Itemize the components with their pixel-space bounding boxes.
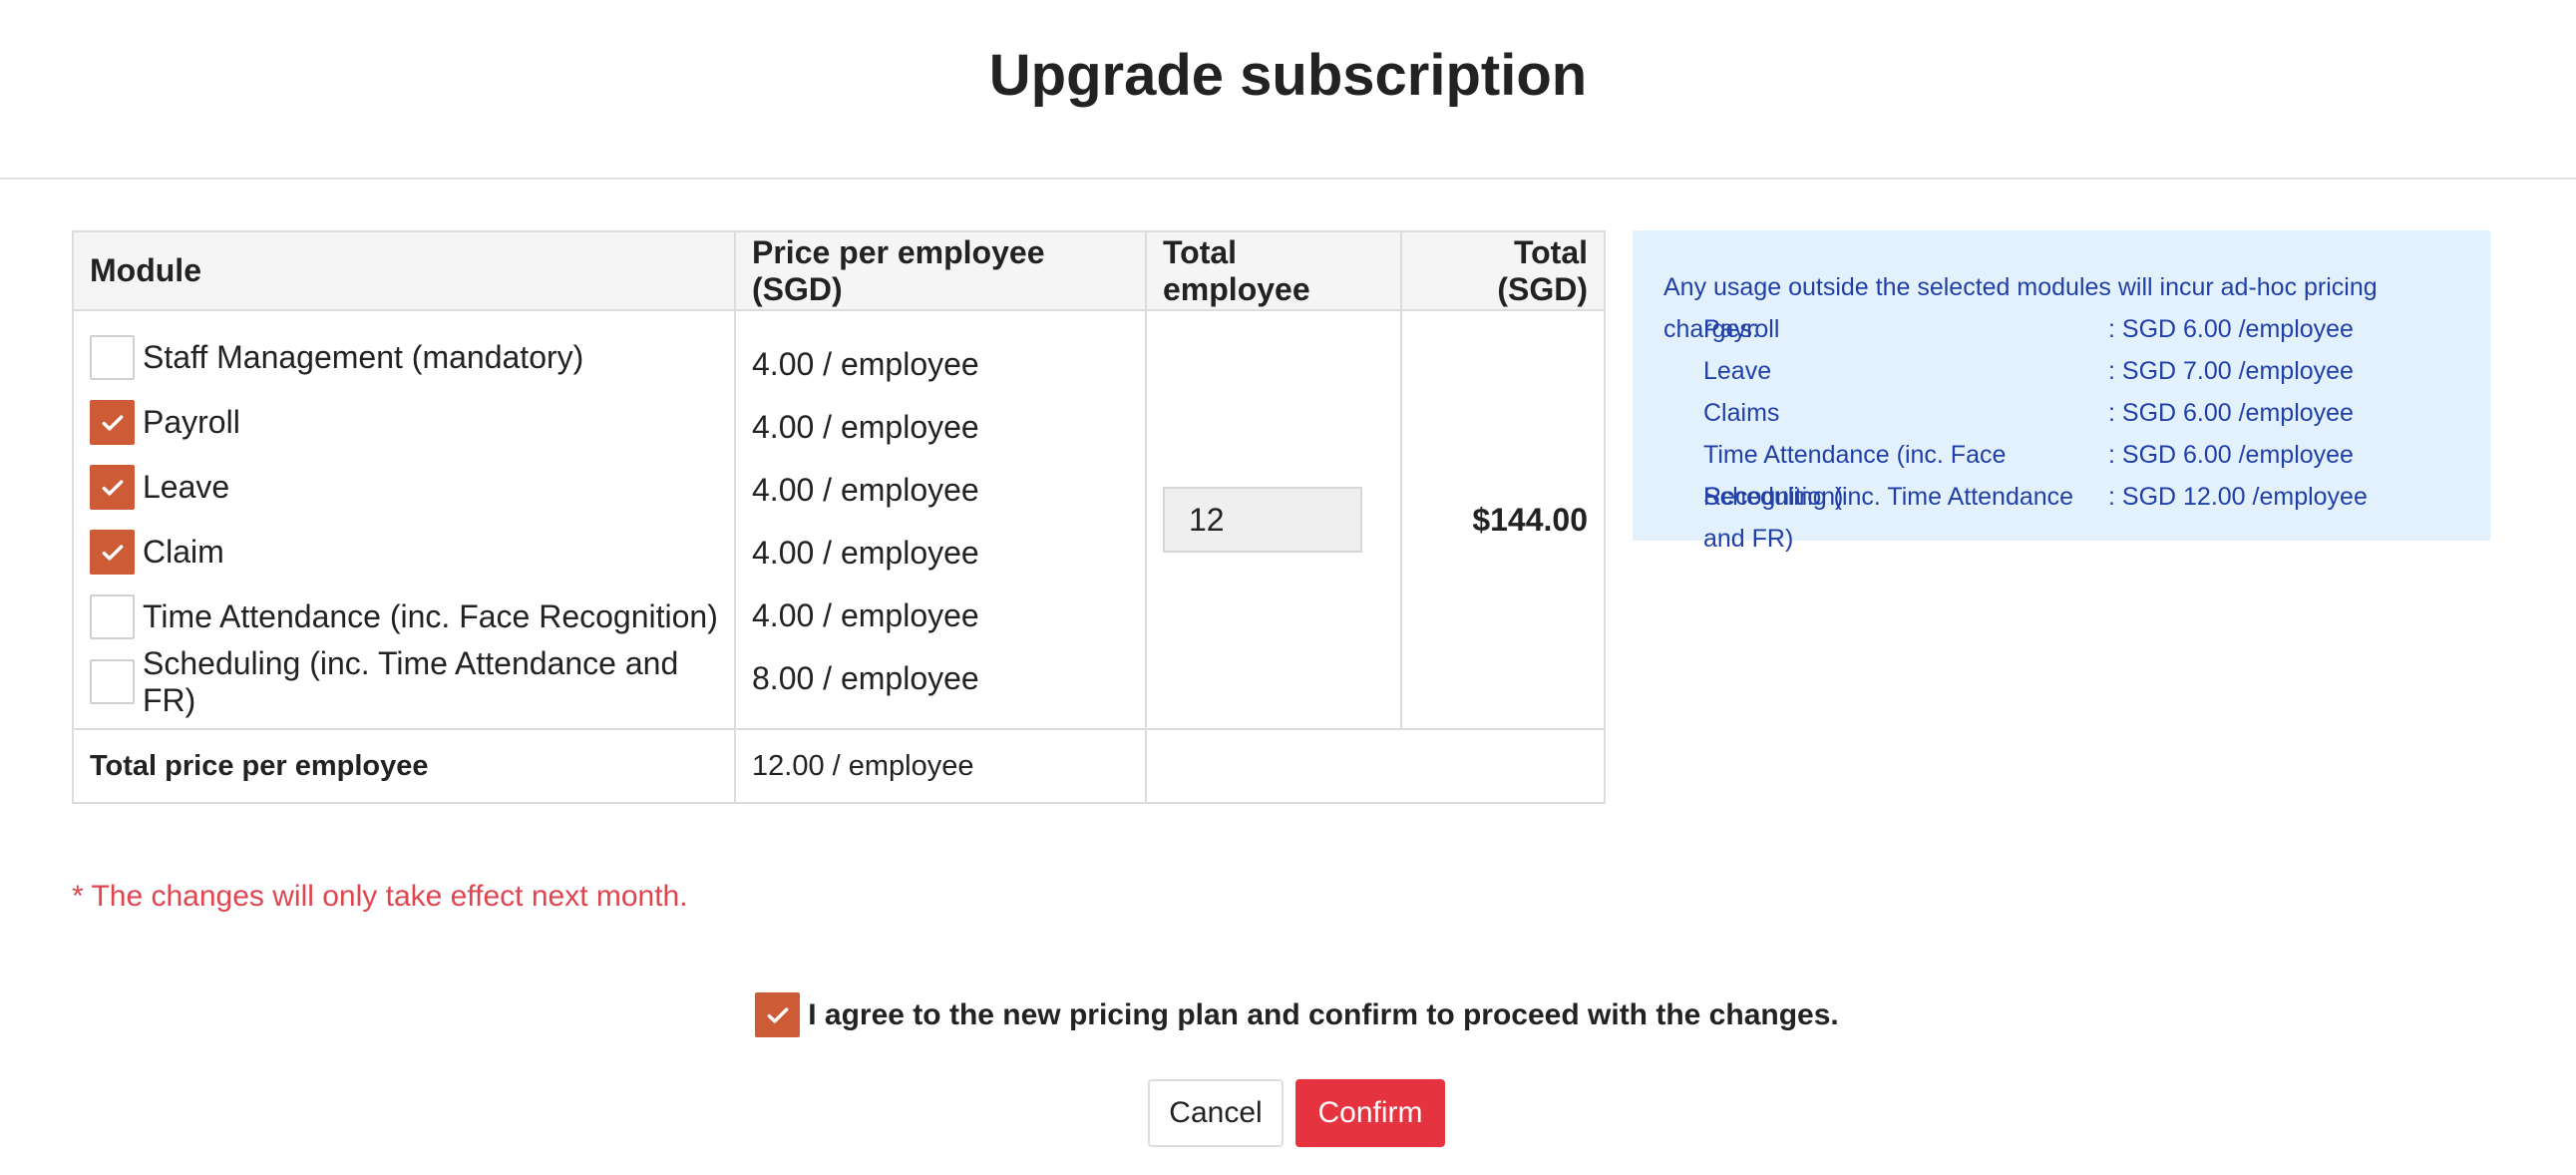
module-label: Time Attendance (inc. Face Recognition)	[143, 598, 718, 634]
module-label: Claim	[143, 534, 224, 570]
module-label: Staff Management (mandatory)	[143, 339, 584, 375]
cancel-button[interactable]: Cancel	[1148, 1079, 1284, 1147]
rate-name: Time Attendance (inc. Face Recognition)	[1703, 441, 2007, 511]
module-payroll[interactable]: Payroll	[90, 390, 718, 455]
total-amount: $144.00	[1400, 309, 1606, 730]
info-rate-row: Leave : SGD 7.00 /employee	[1663, 350, 2460, 392]
claim-checkbox[interactable]	[90, 530, 135, 575]
module-label: Leave	[143, 469, 230, 505]
price-claim: 4.00 / employee	[752, 535, 979, 571]
payroll-checkbox[interactable]	[90, 400, 135, 445]
rate-value: : SGD 6.00 /employee	[2108, 399, 2354, 427]
module-scheduling[interactable]: Scheduling (inc. Time Attendance and FR)	[90, 645, 718, 718]
header-employees: Total employee	[1145, 230, 1402, 311]
rate-value: : SGD 12.00 /employee	[2108, 483, 2368, 511]
confirm-button[interactable]: Confirm	[1295, 1079, 1445, 1147]
employee-count-input[interactable]	[1163, 487, 1362, 553]
rate-value: : SGD 7.00 /employee	[2108, 357, 2354, 385]
module-label: Scheduling (inc. Time Attendance and FR)	[143, 644, 679, 718]
checkmark-icon	[102, 544, 123, 561]
rate-name: Scheduling (inc. Time Attendance and FR)	[1703, 483, 2074, 553]
table-header-row: Module Price per employee (SGD) Total em…	[72, 230, 1606, 311]
header-total: Total (SGD)	[1400, 230, 1606, 311]
table-row: Staff Management (mandatory) Payroll Lea…	[72, 309, 1606, 730]
module-claim[interactable]: Claim	[90, 520, 718, 585]
module-leave[interactable]: Leave	[90, 455, 718, 520]
rate-name: Payroll	[1703, 315, 1780, 343]
employee-count-cell	[1145, 309, 1402, 730]
price-leave: 4.00 / employee	[752, 472, 979, 508]
scheduling-checkbox[interactable]	[90, 659, 135, 704]
module-label: Payroll	[143, 404, 240, 440]
prices-cell: 4.00 / employee 4.00 / employee 4.00 / e…	[734, 309, 1147, 730]
price-time-attendance: 4.00 / employee	[752, 597, 979, 633]
info-rate-row: Scheduling (inc. Time Attendance and FR)…	[1663, 476, 2460, 553]
price-scheduling: 8.00 / employee	[752, 660, 979, 696]
page-title: Upgrade subscription	[988, 43, 1588, 108]
module-time-attendance[interactable]: Time Attendance (inc. Face Recognition)	[90, 585, 718, 649]
info-rate-row: Payroll : SGD 6.00 /employee	[1663, 308, 2460, 350]
effective-date-note: * The changes will only take effect next…	[72, 880, 688, 913]
info-rate-row: Time Attendance (inc. Face Recognition) …	[1663, 434, 2460, 511]
price-staff-management: 4.00 / employee	[752, 346, 979, 382]
action-buttons: Cancel Confirm	[1148, 1079, 1445, 1147]
modal-header: Upgrade subscription	[0, 0, 2576, 180]
total-price-value: 12.00 / employee	[734, 728, 1147, 804]
pricing-table-container: Module Price per employee (SGD) Total em…	[72, 230, 1606, 804]
header-price: Price per employee (SGD)	[734, 230, 1147, 311]
staff-management-checkbox[interactable]	[90, 335, 135, 380]
agreement-checkbox[interactable]	[755, 992, 801, 1037]
checkmark-icon	[102, 414, 123, 431]
info-heading: Any usage outside the selected modules w…	[1663, 273, 2378, 343]
leave-checkbox[interactable]	[90, 465, 135, 510]
agreement-row: I agree to the new pricing plan and conf…	[0, 992, 2576, 1037]
adhoc-pricing-info: Any usage outside the selected modules w…	[1633, 230, 2490, 553]
modules-cell: Staff Management (mandatory) Payroll Lea…	[72, 309, 736, 730]
agreement-control[interactable]: I agree to the new pricing plan and conf…	[755, 992, 1839, 1037]
table-footer-row: Total price per employee 12.00 / employe…	[72, 728, 1606, 804]
total-price-label: Total price per employee	[72, 728, 736, 804]
time-attendance-checkbox[interactable]	[90, 594, 135, 639]
checkmark-icon	[102, 479, 123, 496]
module-staff-management[interactable]: Staff Management (mandatory)	[90, 325, 718, 390]
checkmark-icon	[767, 1006, 789, 1023]
pricing-table: Module Price per employee (SGD) Total em…	[72, 230, 1606, 804]
agreement-text: I agree to the new pricing plan and conf…	[808, 997, 1839, 1031]
footer-empty-cell	[1145, 728, 1606, 804]
info-rate-row: Claims : SGD 6.00 /employee	[1663, 392, 2460, 434]
rate-name: Leave	[1703, 357, 1772, 385]
rate-value: : SGD 6.00 /employee	[2108, 441, 2354, 469]
rate-value: : SGD 6.00 /employee	[2108, 315, 2354, 343]
header-module: Module	[72, 230, 736, 311]
price-payroll: 4.00 / employee	[752, 409, 979, 445]
rate-name: Claims	[1703, 399, 1780, 427]
